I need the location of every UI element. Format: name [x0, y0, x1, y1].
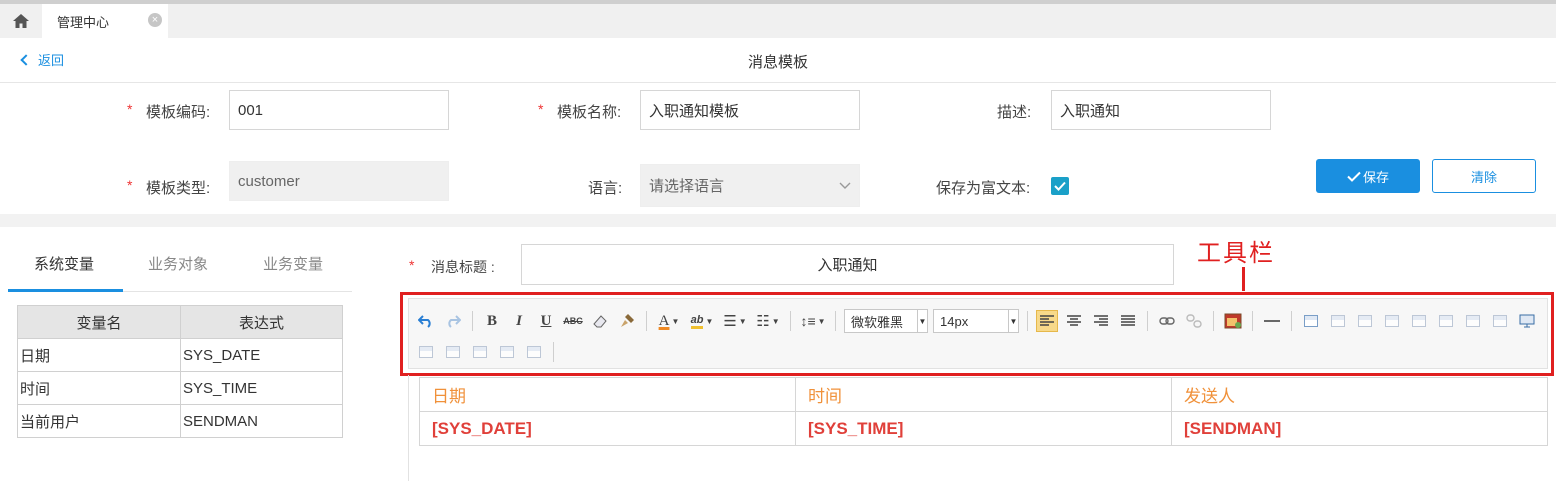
- required-mark: *: [409, 257, 415, 273]
- home-icon: [13, 14, 29, 28]
- tab-system-variables[interactable]: 系统变量: [34, 253, 94, 274]
- template-type-input: customer: [229, 161, 449, 201]
- column-header: 变量名: [17, 305, 181, 339]
- richtext-label: 保存为富文本:: [936, 180, 1031, 197]
- clear-label: 清除: [1470, 169, 1497, 185]
- table-row[interactable]: [SYS_DATE] [SYS_TIME] [SENDMAN]: [419, 411, 1548, 446]
- message-title-label: 消息标题 :: [431, 259, 495, 275]
- variable-name-cell: 时间: [17, 371, 181, 405]
- richtext-checkbox[interactable]: [1051, 177, 1069, 195]
- tab-management-center[interactable]: 管理中心 ×: [42, 4, 168, 38]
- annotation-arrow: [1242, 267, 1245, 291]
- table-header-row: 变量名 表达式: [17, 305, 343, 339]
- home-tab[interactable]: [0, 4, 42, 38]
- tab-label: 管理中心: [57, 14, 110, 30]
- content-value-cell[interactable]: [SYS_DATE]: [419, 411, 796, 446]
- table-row[interactable]: 日期 时间 发送人: [419, 377, 1548, 412]
- description-label: 描述:: [997, 104, 1032, 121]
- close-icon[interactable]: ×: [148, 13, 162, 27]
- content-table: 日期 时间 发送人 [SYS_DATE] [SYS_TIME] [SENDMAN…: [419, 377, 1548, 446]
- template-name-input[interactable]: 入职通知模板: [640, 90, 860, 130]
- editor-border: [408, 375, 409, 481]
- message-title-input[interactable]: 入职通知: [521, 244, 1174, 285]
- template-code-input[interactable]: 001: [229, 90, 449, 130]
- table-row[interactable]: 时间 SYS_TIME: [17, 371, 343, 405]
- table-row[interactable]: 日期 SYS_DATE: [17, 338, 343, 372]
- tab-bar: [0, 0, 1556, 38]
- variables-table: 变量名 表达式 日期 SYS_DATE 时间 SYS_TIME 当前用户 SEN…: [17, 305, 343, 438]
- template-code-label: 模板编码:: [146, 104, 211, 121]
- expression-cell: SENDMAN: [180, 404, 343, 438]
- toolbar-annotation: 工具栏: [1197, 239, 1275, 267]
- save-label: 保存: [1362, 169, 1389, 185]
- tab-business-variables[interactable]: 业务变量: [263, 253, 323, 274]
- active-tab-indicator: [8, 289, 123, 292]
- required-mark: *: [538, 101, 544, 117]
- expression-cell: SYS_TIME: [180, 371, 343, 405]
- language-placeholder: 请选择语言: [649, 178, 725, 195]
- page-title: 消息模板: [747, 54, 808, 71]
- check-icon: [1054, 181, 1066, 191]
- content-value-cell[interactable]: [SYS_TIME]: [795, 411, 1172, 446]
- template-name-label: 模板名称:: [557, 104, 622, 121]
- language-select[interactable]: 请选择语言: [640, 164, 860, 207]
- table-row[interactable]: 当前用户 SENDMAN: [17, 404, 343, 438]
- language-label: 语言:: [588, 180, 623, 197]
- variables-panel: 系统变量 业务对象 业务变量 变量名 表达式 日期 SYS_DATE 时间 SY…: [0, 227, 364, 481]
- template-type-label: 模板类型:: [146, 180, 211, 197]
- tab-business-objects[interactable]: 业务对象: [148, 253, 208, 274]
- required-mark: *: [127, 101, 133, 117]
- chevron-down-icon: [839, 182, 851, 189]
- toolbar-highlight-box: [400, 292, 1554, 376]
- variable-name-cell: 日期: [17, 338, 181, 372]
- content-header-cell[interactable]: 发送人: [1171, 377, 1548, 412]
- template-form: * 模板编码: 001 * 模板名称: 入职通知模板 描述: 入职通知 * 模板…: [0, 83, 1556, 214]
- column-header: 表达式: [180, 305, 343, 339]
- page-header: 返回 消息模板: [0, 38, 1556, 83]
- expression-cell: SYS_DATE: [180, 338, 343, 372]
- description-input[interactable]: 入职通知: [1051, 90, 1271, 130]
- content-header-cell[interactable]: 日期: [419, 377, 796, 412]
- content-value-cell[interactable]: [SENDMAN]: [1171, 411, 1548, 446]
- clear-button[interactable]: 清除: [1432, 159, 1536, 193]
- save-button[interactable]: 保存: [1316, 159, 1420, 193]
- content-header-cell[interactable]: 时间: [795, 377, 1172, 412]
- editor-panel: * 消息标题 : 入职通知 工具栏 B I U ABC A ▼ ab ▼ ☰ ▼…: [364, 227, 1556, 481]
- variable-name-cell: 当前用户: [17, 404, 181, 438]
- check-icon: [1347, 171, 1361, 182]
- required-mark: *: [127, 177, 133, 193]
